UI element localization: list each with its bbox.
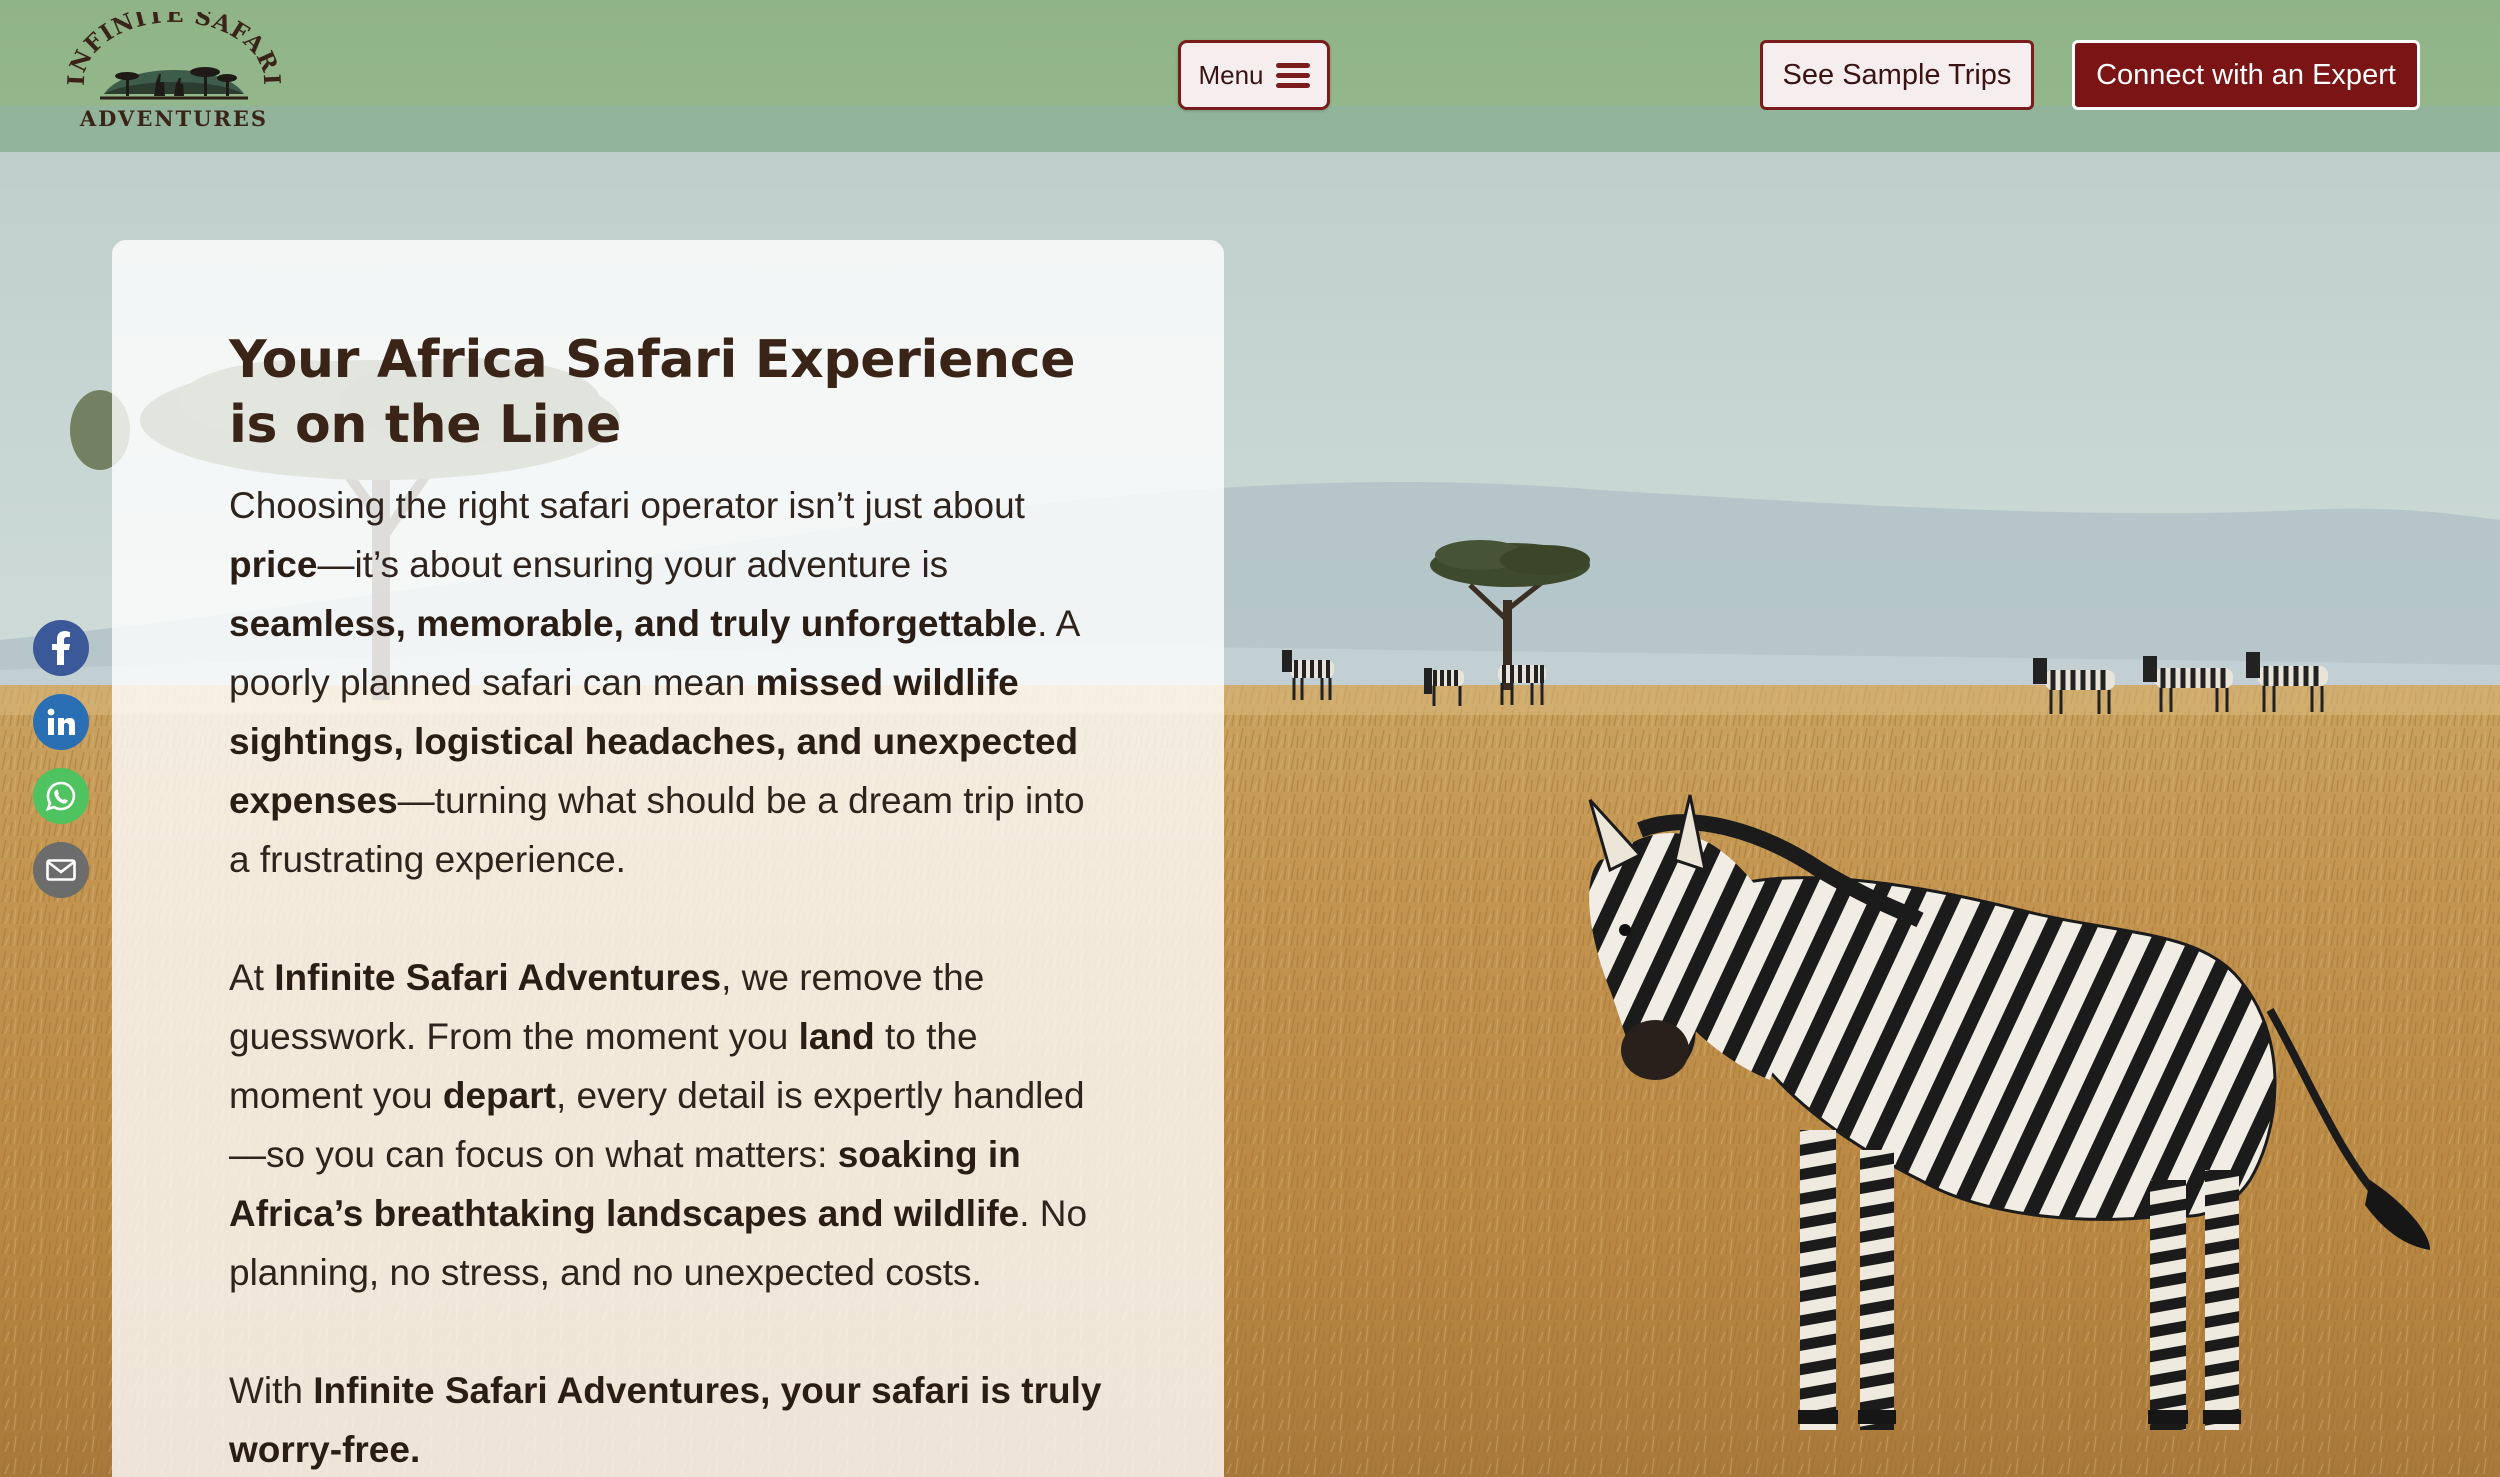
bold-text-run: depart <box>442 1075 556 1116</box>
text-run: —it’s about ensuring your adventure is <box>317 544 949 585</box>
header-band <box>0 106 2500 152</box>
facebook-icon <box>52 631 70 665</box>
about-paragraph: At Infinite Safari Adventures, we remove… <box>229 948 1114 1302</box>
text-run: At <box>229 957 275 998</box>
menu-button[interactable]: Menu <box>1178 40 1330 110</box>
menu-label: Menu <box>1198 59 1264 90</box>
bold-text-run: land <box>798 1016 875 1057</box>
facebook-share-button[interactable] <box>33 620 89 676</box>
linkedin-share-button[interactable] <box>33 694 89 750</box>
logo-bottom-text: ADVENTURES <box>79 106 269 131</box>
content-card: Your Africa Safari Experience is on the … <box>112 240 1224 1477</box>
linkedin-icon <box>47 708 75 735</box>
email-icon <box>46 859 76 881</box>
page-title: Your Africa Safari Experience is on the … <box>229 330 1076 455</box>
bold-text-run: price <box>229 544 318 585</box>
site-header: INFINITE SAFARI ADVENTURES Menu See Samp… <box>0 0 2500 152</box>
hamburger-icon <box>1275 62 1310 88</box>
email-share-button[interactable] <box>33 842 89 898</box>
whatsapp-share-button[interactable] <box>33 768 89 824</box>
connect-with-expert-button[interactable]: Connect with an Expert <box>2072 40 2420 110</box>
social-share-bar <box>33 620 89 916</box>
intro-paragraph: Choosing the right safari operator isn’t… <box>229 476 1114 889</box>
see-sample-trips-button[interactable]: See Sample Trips <box>1760 40 2034 110</box>
bold-text-run: seamless, memorable, and truly unforgett… <box>229 603 1038 644</box>
bold-text-run: Infinite Safari Adventures, your safari … <box>229 1370 1102 1470</box>
text-run: With <box>229 1370 314 1411</box>
closing-paragraph: With Infinite Safari Adventures, your sa… <box>229 1361 1114 1477</box>
text-run: Choosing the right safari operator isn’t… <box>229 485 1025 526</box>
bold-text-run: Infinite Safari Adventures <box>274 957 722 998</box>
logo[interactable]: INFINITE SAFARI ADVENTURES <box>64 12 284 136</box>
whatsapp-icon <box>45 781 76 812</box>
